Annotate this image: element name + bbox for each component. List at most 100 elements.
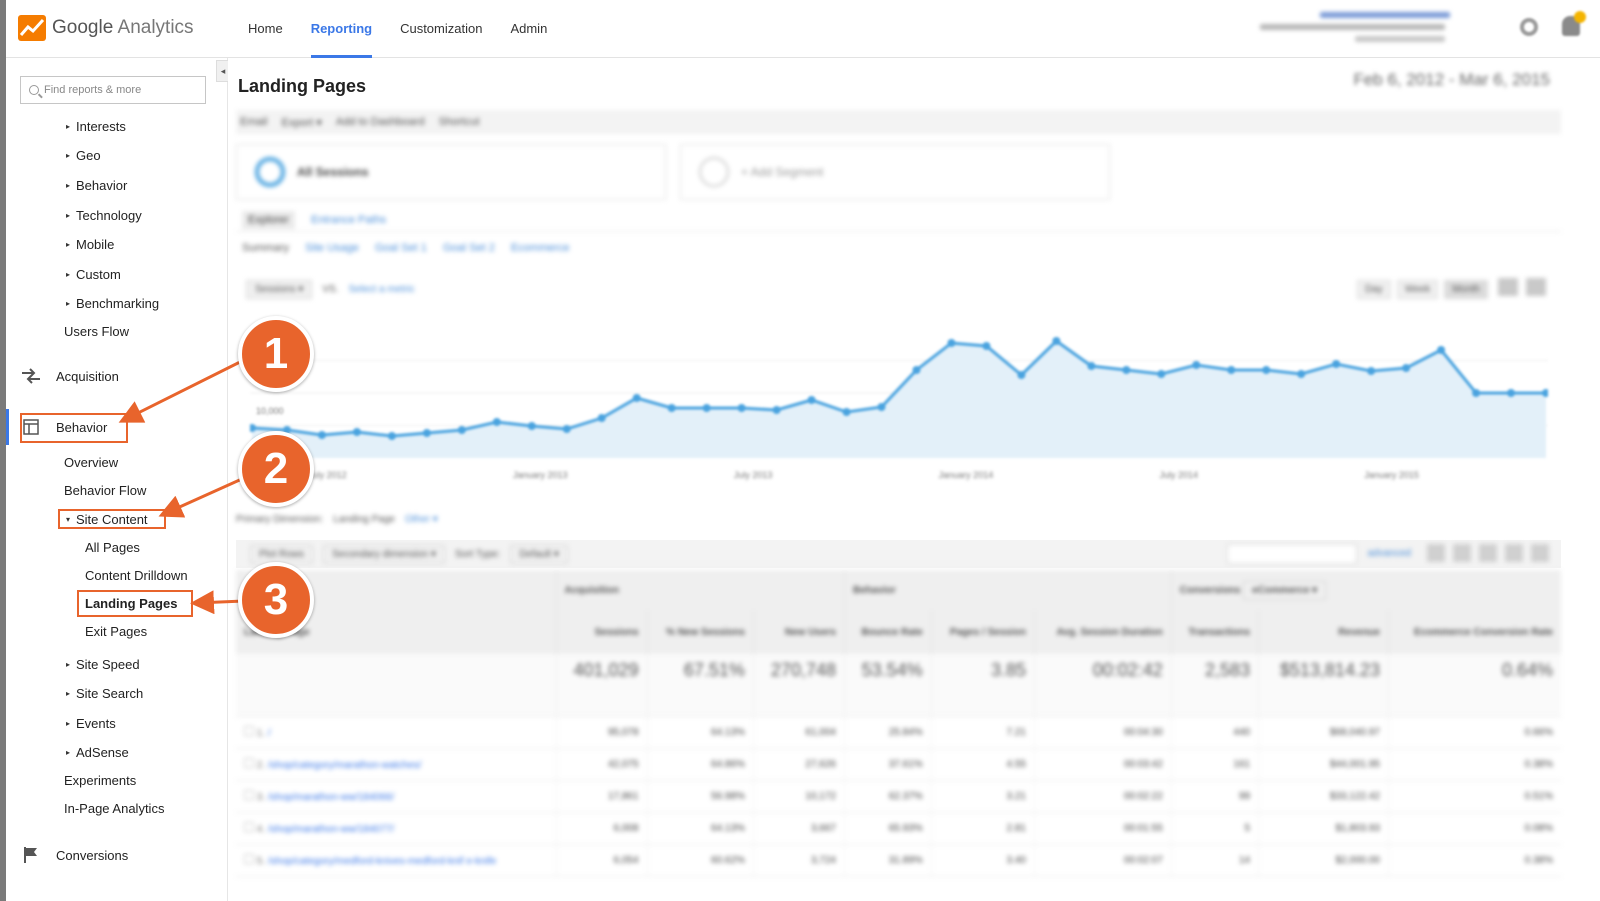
data-point[interactable]	[807, 396, 816, 404]
col-avg-duration[interactable]: Avg. Session Duration	[1033, 610, 1172, 654]
metric-dropdown[interactable]: Sessions ▾	[246, 280, 313, 299]
data-point[interactable]	[1122, 366, 1131, 374]
data-point[interactable]	[317, 431, 326, 439]
data-point[interactable]	[457, 426, 466, 434]
advanced-filter-link[interactable]: advanced	[1368, 548, 1411, 559]
interval-day-button[interactable]: Day	[1357, 280, 1391, 299]
data-point[interactable]	[1297, 370, 1306, 378]
landing-page-cell[interactable]: 2. /shop/category/marathon-watches/	[236, 748, 556, 781]
select-metric-link[interactable]: Select a metric	[349, 284, 415, 295]
subtab-ecommerce[interactable]: Ecommerce	[511, 242, 570, 254]
table-search-input[interactable]	[1227, 544, 1357, 564]
sidebar-item-overview[interactable]: Overview	[64, 455, 118, 470]
col-conversion-rate[interactable]: Ecommerce Conversion Rate	[1387, 610, 1561, 654]
add-segment-button[interactable]: + Add Segment	[680, 144, 1110, 200]
data-point[interactable]	[1367, 367, 1376, 375]
report-search-input[interactable]	[44, 84, 194, 96]
table-row[interactable]: 3. /shop/marathon-ww/184066/17,861 56.98%…	[236, 780, 1561, 813]
shortcut-button[interactable]: Shortcut	[439, 116, 480, 128]
data-point[interactable]	[702, 404, 711, 412]
report-search[interactable]	[20, 76, 206, 104]
sidebar-item-site-speed[interactable]: ▸ Site Speed	[66, 657, 140, 672]
sidebar-item-in-page-analytics[interactable]: In-Page Analytics	[64, 801, 164, 816]
row-checkbox[interactable]	[244, 789, 254, 800]
sidebar-item-experiments[interactable]: Experiments	[64, 773, 136, 788]
col-new-sessions[interactable]: % New Sessions	[646, 610, 754, 654]
landing-page-link[interactable]: /shop/category/marathon-watches/	[268, 760, 421, 771]
data-point[interactable]	[352, 428, 361, 436]
sidebar-item-technology[interactable]: ▸ Technology	[66, 208, 142, 223]
subtab-summary[interactable]: Summary	[242, 242, 289, 254]
landing-page-cell[interactable]: 4. /shop/marathon-ww/184077/	[236, 812, 556, 845]
data-point[interactable]	[1087, 362, 1096, 370]
data-point[interactable]	[1437, 346, 1446, 354]
data-point[interactable]	[527, 422, 536, 430]
interval-week-button[interactable]: Week	[1396, 280, 1439, 299]
tab-explorer[interactable]: Explorer	[242, 210, 295, 229]
col-sessions[interactable]: Sessions	[555, 610, 648, 654]
data-point[interactable]	[982, 342, 991, 350]
col-transactions[interactable]: Transactions	[1170, 610, 1259, 654]
sidebar-item-site-search[interactable]: ▸ Site Search	[66, 686, 143, 701]
data-point[interactable]	[772, 406, 781, 414]
nav-customization[interactable]: Customization	[386, 0, 496, 58]
logo[interactable]: Google Analytics	[18, 14, 194, 42]
data-point[interactable]	[947, 339, 956, 347]
sidebar-item-mobile[interactable]: ▸ Mobile	[66, 237, 114, 252]
other-dimension-dropdown[interactable]: Other ▾	[405, 514, 438, 525]
sidebar-item-landing-pages[interactable]: Landing Pages	[85, 596, 177, 611]
sidebar-section-acquisition[interactable]: Acquisition	[20, 365, 119, 387]
data-point[interactable]	[387, 432, 396, 440]
data-point[interactable]	[1507, 389, 1516, 397]
col-bounce-rate[interactable]: Bounce Rate	[844, 610, 932, 654]
subtab-site-usage[interactable]: Site Usage	[305, 242, 359, 254]
sidebar-item-behavior-flow[interactable]: Behavior Flow	[64, 483, 146, 498]
email-button[interactable]: Email	[240, 116, 268, 128]
data-point[interactable]	[1017, 371, 1026, 379]
plot-rows-button[interactable]: Plot Rows	[250, 544, 314, 564]
performance-view-icon[interactable]	[1479, 544, 1497, 562]
row-checkbox[interactable]	[244, 821, 254, 832]
col-revenue[interactable]: Revenue	[1258, 610, 1389, 654]
col-new-users[interactable]: New Users	[752, 610, 845, 654]
sidebar-item-content-drilldown[interactable]: Content Drilldown	[85, 568, 188, 583]
landing-page-cell[interactable]: 1. /	[236, 716, 556, 749]
row-checkbox[interactable]	[244, 853, 254, 864]
sidebar-item-users-flow[interactable]: Users Flow	[64, 324, 129, 339]
nav-reporting[interactable]: Reporting	[297, 0, 386, 58]
data-point[interactable]	[1402, 364, 1411, 372]
percentage-view-icon[interactable]	[1453, 544, 1471, 562]
data-point[interactable]	[1192, 361, 1201, 369]
segment-all-sessions[interactable]: All Sessions	[236, 144, 666, 200]
sidebar-item-events[interactable]: ▸ Events	[66, 716, 116, 731]
sidebar-section-behavior[interactable]: Behavior	[20, 416, 107, 438]
data-point[interactable]	[1472, 389, 1481, 397]
sidebar-item-exit-pages[interactable]: Exit Pages	[85, 624, 147, 639]
landing-page-link[interactable]: /	[268, 728, 271, 739]
data-view-icon[interactable]	[1427, 544, 1445, 562]
export-button[interactable]: Export ▾	[282, 116, 322, 129]
data-point[interactable]	[1227, 366, 1236, 374]
term-cloud-view-icon[interactable]	[1531, 544, 1549, 562]
table-row[interactable]: 2. /shop/category/marathon-watches/42,07…	[236, 748, 1561, 781]
interval-month-button[interactable]: Month	[1444, 280, 1488, 299]
landing-page-cell[interactable]: 5. /shop/category/medford-knives-medford…	[236, 844, 556, 877]
conversions-dropdown[interactable]: eCommerce ▾	[1243, 580, 1327, 600]
sidebar-item-interests[interactable]: ▸ Interests	[66, 119, 126, 134]
row-checkbox[interactable]	[244, 757, 254, 768]
gear-icon[interactable]	[1520, 18, 1538, 36]
data-point[interactable]	[912, 366, 921, 374]
notification-bell-icon[interactable]	[1562, 11, 1586, 36]
sidebar-item-audience-behavior[interactable]: ▸ Behavior	[66, 178, 127, 193]
data-point[interactable]	[877, 403, 886, 411]
data-point[interactable]	[562, 425, 571, 433]
data-point[interactable]	[597, 414, 606, 422]
landing-page-link[interactable]: /shop/marathon-ww/184066/	[268, 792, 394, 803]
subtab-goal-set-1[interactable]: Goal Set 1	[375, 242, 427, 254]
sidebar-item-geo[interactable]: ▸ Geo	[66, 148, 101, 163]
nav-admin[interactable]: Admin	[496, 0, 561, 58]
data-point[interactable]	[632, 394, 641, 402]
date-range-picker[interactable]: Feb 6, 2012 - Mar 6, 2015	[1353, 70, 1550, 90]
table-row[interactable]: 5. /shop/category/medford-knives-medford…	[236, 844, 1561, 877]
landing-page-link[interactable]: /shop/marathon-ww/184077/	[268, 824, 394, 835]
